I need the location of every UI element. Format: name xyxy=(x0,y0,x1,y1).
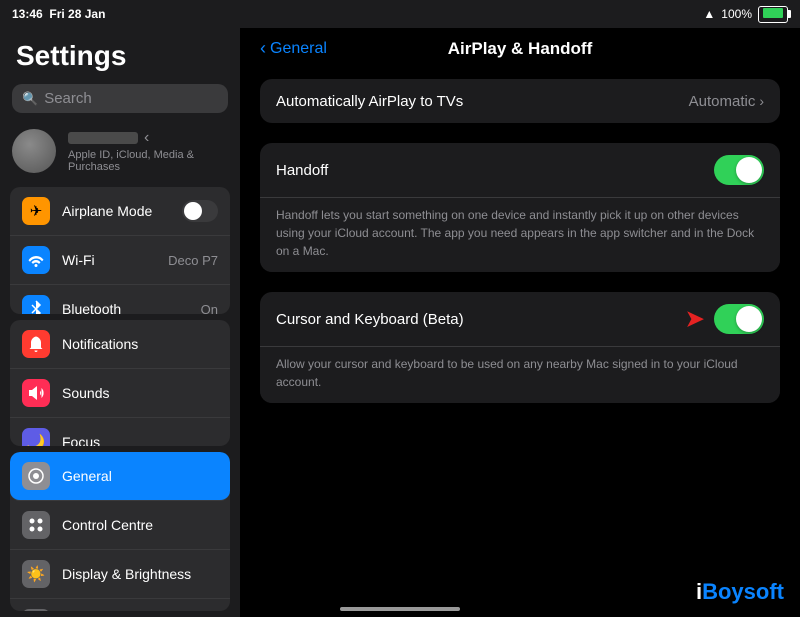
wifi-icon: ▲ xyxy=(703,7,715,21)
sidebar-item-control-centre[interactable]: Control Centre xyxy=(10,501,230,550)
notifications-icon xyxy=(22,330,50,358)
sidebar-item-focus[interactable]: 🌙 Focus xyxy=(10,418,230,447)
network-group: ✈ Airplane Mode Wi-Fi Deco P7 xyxy=(10,187,230,314)
airplay-group: Automatically AirPlay to TVs Automatic › xyxy=(260,79,780,123)
handoff-group: Handoff Handoff lets you start something… xyxy=(260,143,780,272)
avatar xyxy=(12,129,56,173)
cursor-keyboard-toggle[interactable] xyxy=(714,304,764,334)
wifi-label: Wi-Fi xyxy=(62,252,156,268)
focus-label: Focus xyxy=(62,434,218,447)
status-time: 13:46 Fri 28 Jan xyxy=(12,7,105,21)
display-label: Display & Brightness xyxy=(62,566,218,582)
general-label: General xyxy=(62,468,218,484)
control-centre-label: Control Centre xyxy=(62,517,218,533)
search-bar[interactable]: 🔍 Search xyxy=(12,84,228,113)
bluetooth-icon xyxy=(22,295,50,314)
notifications-group: Notifications Sounds 🌙 Focus ⏱ Screen Ti… xyxy=(10,320,230,447)
back-label: General xyxy=(270,40,327,58)
back-button[interactable]: ‹ General xyxy=(260,38,327,59)
handoff-description: Handoff lets you start something on one … xyxy=(260,198,780,272)
home-screen-icon xyxy=(22,609,50,611)
sidebar-item-general[interactable]: General xyxy=(10,452,230,501)
page-title: AirPlay & Handoff xyxy=(448,39,593,59)
profile-sub: Apple ID, iCloud, Media & Purchases xyxy=(68,149,228,173)
sidebar-title: Settings xyxy=(0,28,240,80)
focus-icon: 🌙 xyxy=(22,428,50,447)
sidebar-item-home-screen[interactable]: Home Screen & Dock xyxy=(10,599,230,611)
status-bar: 13:46 Fri 28 Jan ▲ 100% xyxy=(0,0,800,28)
profile-name: ‹ xyxy=(68,129,228,147)
main-body: Automatically AirPlay to TVs Automatic ›… xyxy=(240,69,800,617)
handoff-toggle[interactable] xyxy=(714,155,764,185)
cursor-keyboard-description: Allow your cursor and keyboard to be use… xyxy=(260,347,780,403)
display-icon: ☀️ xyxy=(22,560,50,588)
status-indicators: ▲ 100% xyxy=(703,6,788,23)
control-centre-icon xyxy=(22,511,50,539)
sidebar-item-wifi[interactable]: Wi-Fi Deco P7 xyxy=(10,236,230,285)
handoff-label: Handoff xyxy=(276,162,714,179)
bluetooth-value: On xyxy=(201,302,218,314)
sidebar-item-airplane-mode[interactable]: ✈ Airplane Mode xyxy=(10,187,230,236)
battery-icon xyxy=(758,6,788,23)
home-indicator xyxy=(340,607,460,611)
sidebar-item-bluetooth[interactable]: Bluetooth On xyxy=(10,285,230,314)
bluetooth-label: Bluetooth xyxy=(62,301,189,314)
airplane-label: Airplane Mode xyxy=(62,203,170,219)
cursor-keyboard-group: Cursor and Keyboard (Beta) ➤ Allow your … xyxy=(260,292,780,403)
main-header: ‹ General AirPlay & Handoff xyxy=(240,28,800,69)
search-placeholder: Search xyxy=(44,90,92,107)
handoff-desc-text: Handoff lets you start something on one … xyxy=(276,208,754,258)
sounds-icon xyxy=(22,379,50,407)
watermark: iBoysoft xyxy=(696,579,784,605)
handoff-row[interactable]: Handoff xyxy=(260,143,780,198)
back-chevron-icon: ‹ xyxy=(260,38,266,59)
airplay-label: Automatically AirPlay to TVs xyxy=(276,93,689,110)
cursor-keyboard-row[interactable]: Cursor and Keyboard (Beta) ➤ xyxy=(260,292,780,347)
sidebar-item-sounds[interactable]: Sounds xyxy=(10,369,230,418)
notifications-label: Notifications xyxy=(62,336,218,352)
airplay-value: Automatic › xyxy=(689,93,764,110)
general-icon xyxy=(22,462,50,490)
profile-row[interactable]: ‹ Apple ID, iCloud, Media & Purchases xyxy=(0,121,240,181)
profile-info: ‹ Apple ID, iCloud, Media & Purchases xyxy=(68,129,228,173)
search-icon: 🔍 xyxy=(22,91,38,107)
battery-label: 100% xyxy=(721,7,752,21)
airplane-toggle[interactable] xyxy=(182,200,218,222)
wifi-settings-icon xyxy=(22,246,50,274)
airplane-icon: ✈ xyxy=(22,197,50,225)
red-arrow-icon: ➤ xyxy=(686,306,704,332)
sidebar-item-notifications[interactable]: Notifications xyxy=(10,320,230,369)
cursor-keyboard-desc-text: Allow your cursor and keyboard to be use… xyxy=(276,357,738,389)
sounds-label: Sounds xyxy=(62,385,218,401)
sidebar-item-display-brightness[interactable]: ☀️ Display & Brightness xyxy=(10,550,230,599)
airplay-row[interactable]: Automatically AirPlay to TVs Automatic › xyxy=(260,79,780,123)
cursor-keyboard-label: Cursor and Keyboard (Beta) xyxy=(276,311,686,328)
sidebar: Settings 🔍 Search ‹ Apple ID, iCloud, Me… xyxy=(0,0,240,617)
airplay-chevron-icon: › xyxy=(759,93,764,109)
watermark-suffix: Boysoft xyxy=(702,579,784,604)
wifi-value: Deco P7 xyxy=(168,253,218,268)
main-content: ‹ General AirPlay & Handoff Automaticall… xyxy=(240,0,800,617)
general-group: General Control Centre ☀️ Display & Brig… xyxy=(10,452,230,611)
